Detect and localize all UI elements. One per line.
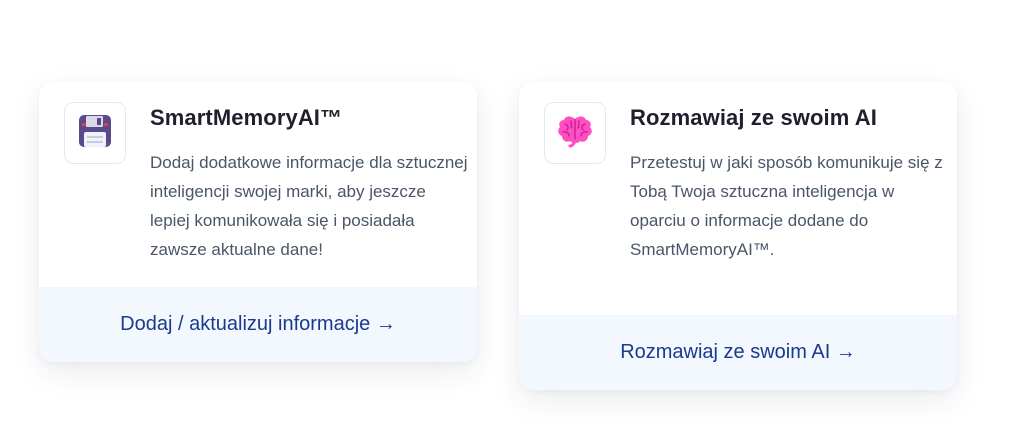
card-body: Rozmawiaj ze swoim AI Przetestuj w jaki … (519, 82, 957, 315)
chat-ai-card: Rozmawiaj ze swoim AI Przetestuj w jaki … (519, 82, 957, 390)
add-update-info-button[interactable]: Dodaj / aktualizuj informacje → (39, 287, 477, 362)
card-description: Dodaj dodatkowe informacje dla sztucznej… (150, 153, 468, 259)
card-body: SmartMemoryAI™ Dodaj dodatkowe informacj… (39, 82, 477, 287)
page: SmartMemoryAI™ Dodaj dodatkowe informacj… (0, 0, 1024, 430)
chat-with-ai-link[interactable]: Rozmawiaj ze swoim AI → (620, 341, 856, 364)
add-update-info-link[interactable]: Dodaj / aktualizuj informacje → (120, 313, 396, 336)
icon-box (544, 102, 606, 164)
card-title: SmartMemoryAI™ (150, 105, 343, 130)
brain-icon (557, 114, 593, 153)
smartmemory-card: SmartMemoryAI™ Dodaj dodatkowe informacj… (39, 82, 477, 362)
card-title: Rozmawiaj ze swoim AI (630, 105, 878, 130)
floppy-disk-icon (77, 113, 113, 154)
icon-box (64, 102, 126, 164)
chat-with-ai-button[interactable]: Rozmawiaj ze swoim AI → (519, 315, 957, 390)
card-description: Przetestuj w jaki sposób komunikuje się … (630, 153, 943, 259)
